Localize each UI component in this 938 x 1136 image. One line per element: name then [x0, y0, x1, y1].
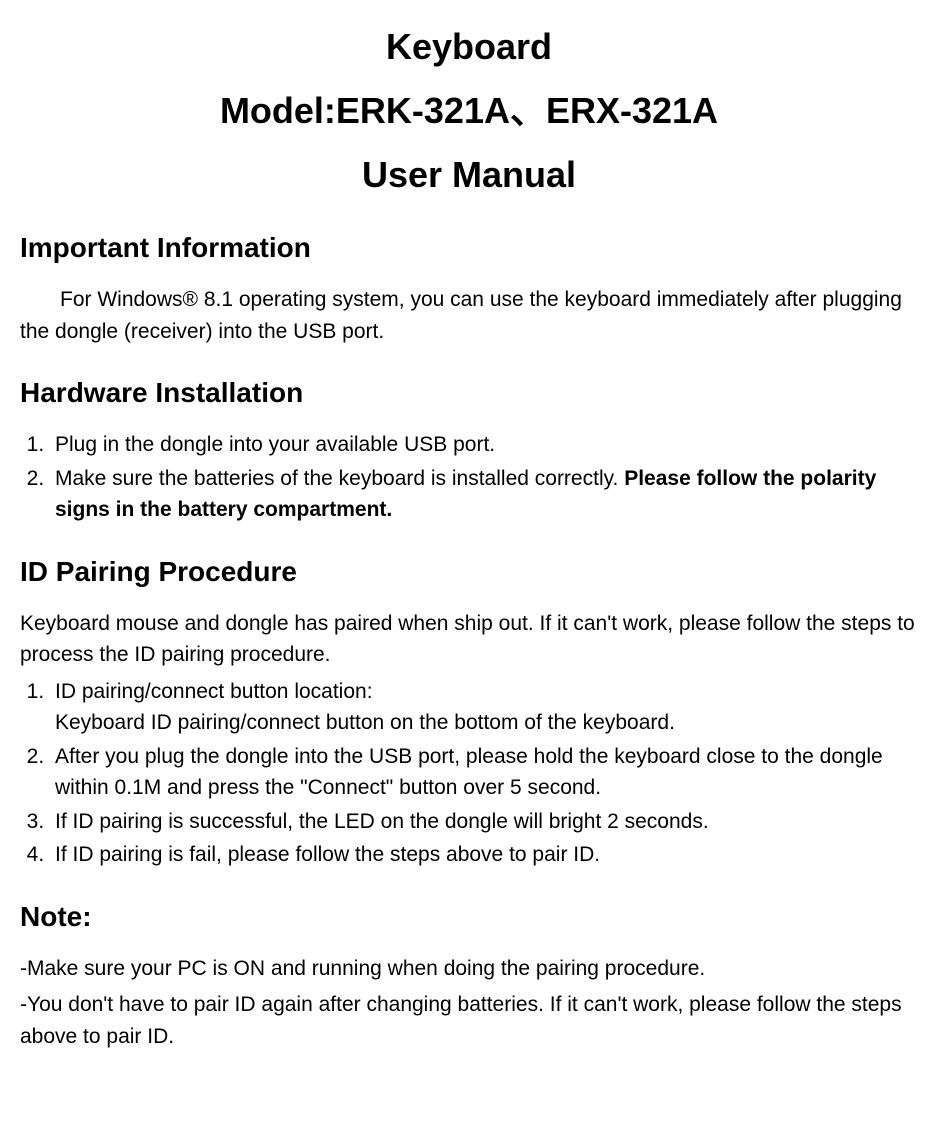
- pairing-item-2: After you plug the dongle into the USB p…: [55, 745, 883, 800]
- hardware-heading: Hardware Installation: [20, 372, 918, 414]
- list-item: If ID pairing is successful, the LED on …: [50, 806, 918, 838]
- pairing-item-3: If ID pairing is successful, the LED on …: [55, 810, 709, 833]
- important-text: For Windows® 8.1 operating system, you c…: [20, 288, 902, 343]
- pairing-intro: Keyboard mouse and dongle has paired whe…: [20, 608, 918, 671]
- list-item: If ID pairing is fail, please follow the…: [50, 839, 918, 871]
- note-line-1: -Make sure your PC is ON and running whe…: [20, 953, 918, 985]
- pairing-item-1-text: ID pairing/connect button location:: [55, 680, 373, 703]
- title-line-2: Model:ERK-321A、ERX-321A: [20, 84, 918, 138]
- hardware-list: Plug in the dongle into your available U…: [20, 429, 918, 526]
- note-heading: Note:: [20, 896, 918, 938]
- pairing-item-4: If ID pairing is fail, please follow the…: [55, 843, 600, 866]
- title-line-3: User Manual: [20, 148, 918, 202]
- list-item: Make sure the batteries of the keyboard …: [50, 463, 918, 526]
- note-line-2: -You don't have to pair ID again after c…: [20, 989, 918, 1052]
- hardware-item-2-text: Make sure the batteries of the keyboard …: [55, 467, 624, 490]
- pairing-heading: ID Pairing Procedure: [20, 551, 918, 593]
- hardware-item-1: Plug in the dongle into your available U…: [55, 433, 495, 456]
- list-item: Plug in the dongle into your available U…: [50, 429, 918, 461]
- title-line-1: Keyboard: [20, 20, 918, 74]
- pairing-list: ID pairing/connect button location: Keyb…: [20, 676, 918, 871]
- list-item: After you plug the dongle into the USB p…: [50, 741, 918, 804]
- important-paragraph: For Windows® 8.1 operating system, you c…: [20, 284, 918, 347]
- important-heading: Important Information: [20, 227, 918, 269]
- pairing-item-1-sub: Keyboard ID pairing/connect button on th…: [55, 707, 918, 739]
- list-item: ID pairing/connect button location: Keyb…: [50, 676, 918, 739]
